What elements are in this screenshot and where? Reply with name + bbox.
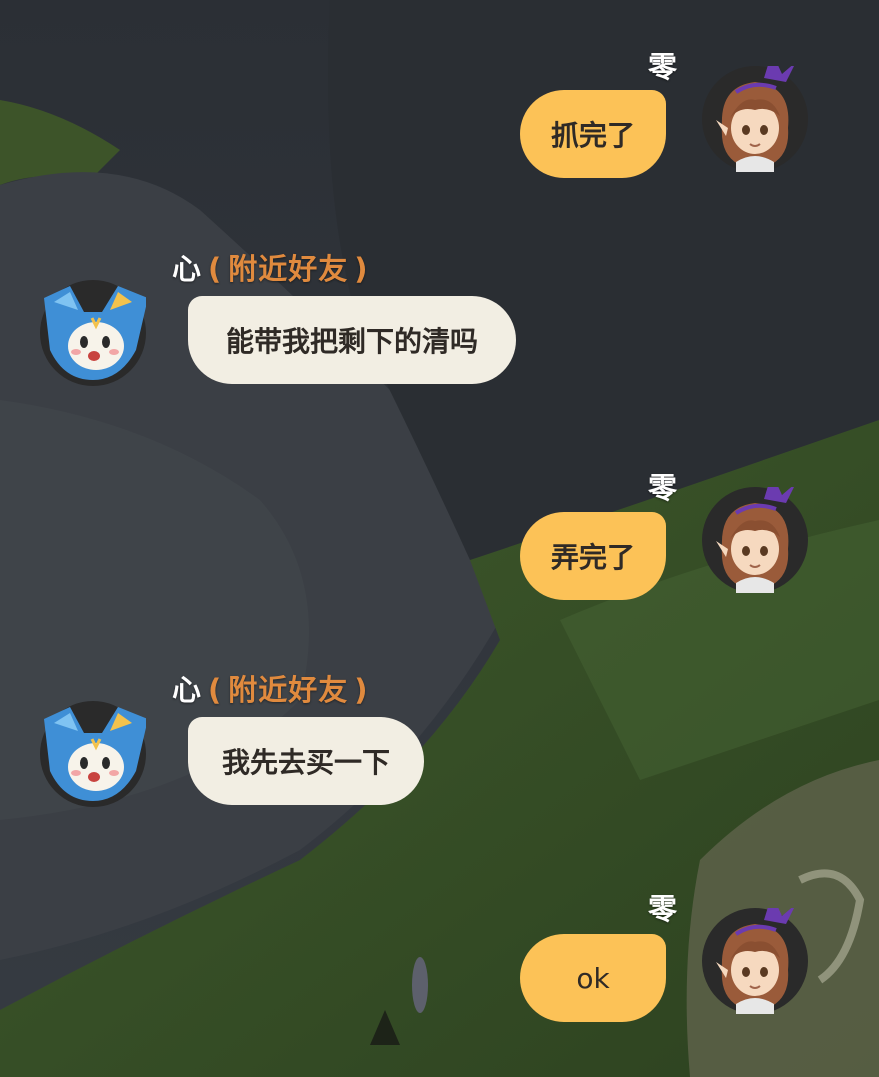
message-bubble[interactable]: ok [520,934,666,1022]
paren-open: ( [208,252,223,286]
sender-name: 心 [172,673,203,707]
sender-name: 心 [172,252,203,286]
girl-avatar-icon[interactable] [702,908,808,1014]
message-text: 我先去买一下 [221,746,390,779]
sender-name: 零 [648,50,679,84]
message-text: 能带我把剩下的清吗 [225,325,478,358]
girl-avatar-icon[interactable] [702,66,808,172]
message-text: ok [576,961,610,995]
paren-open: ( [208,673,223,707]
friend-tag: 附近好友 [228,673,349,707]
message-text: 弄完了 [550,541,635,574]
sender-name-with-tag: 心(附近好友) [172,246,375,288]
paren-close: ) [354,252,369,286]
sender-name: 零 [648,892,679,926]
sender-name-with-tag: 心(附近好友) [172,667,375,709]
sender-name: 零 [648,471,679,505]
message-bubble[interactable]: 抓完了 [520,90,666,178]
friend-tag: 附近好友 [228,252,349,286]
message-text: 抓完了 [550,119,635,152]
girl-avatar-icon[interactable] [702,487,808,593]
message-bubble[interactable]: 能带我把剩下的清吗 [188,296,516,384]
blue-cat-avatar-icon[interactable] [40,701,146,807]
message-bubble[interactable]: 我先去买一下 [188,717,424,805]
paren-close: ) [354,673,369,707]
message-bubble[interactable]: 弄完了 [520,512,666,600]
blue-cat-avatar-icon[interactable] [40,280,146,386]
